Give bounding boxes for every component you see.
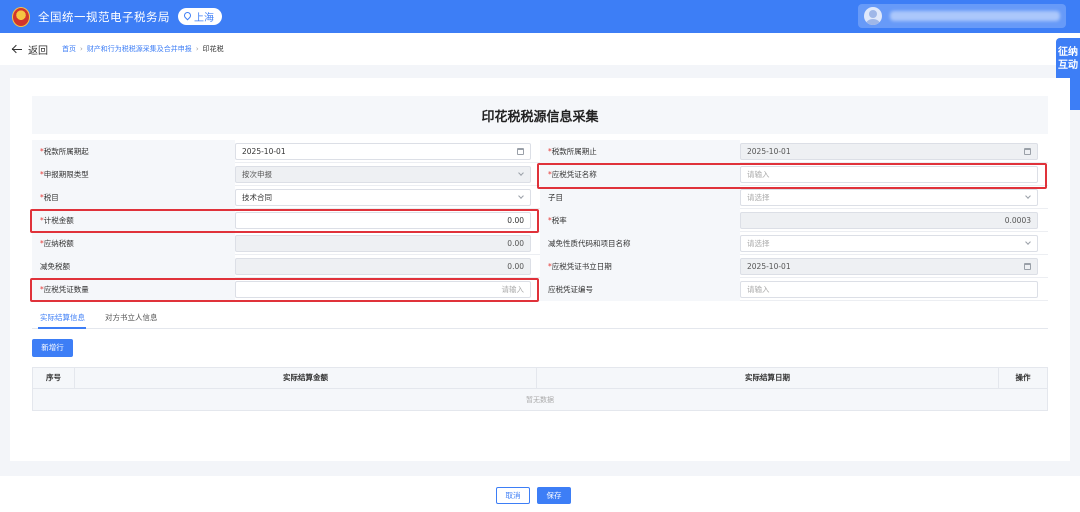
table-header: 序号 实际结算金额 实际结算日期 操作 [32, 367, 1048, 389]
tax-period-end-input: 2025-10-01 [740, 143, 1038, 160]
add-row-button[interactable]: 新增行 [32, 339, 73, 357]
form-row: 减免税额 0.00 *应税凭证书立日期 2025-10-01 [32, 255, 1048, 278]
form-row: *计税金额 0.00 *税率 0.0003 [32, 209, 1048, 232]
region-selector[interactable]: 上海 [178, 8, 222, 25]
save-button[interactable]: 保存 [537, 487, 571, 504]
app-title: 全国统一规范电子税务局 [38, 9, 170, 24]
breadcrumb-property-tax[interactable]: 财产和行为税税源采集及合并申报 [87, 44, 192, 54]
settlement-table: 序号 实际结算金额 实际结算日期 操作 暂无数据 [32, 367, 1048, 411]
user-menu[interactable] [858, 4, 1066, 28]
tab-actual-settlement[interactable]: 实际结算信息 [40, 312, 85, 323]
calendar-icon [517, 148, 524, 155]
detail-tabs: 实际结算信息 对方书立人信息 [32, 309, 1048, 329]
tax-period-start-input[interactable]: 2025-10-01 [235, 143, 531, 160]
chevron-down-icon [1025, 193, 1031, 199]
form-row: *应纳税额 0.00 减免性质代码和项目名称 请选择 [32, 232, 1048, 255]
page-title: 印花税税源信息采集 [32, 96, 1048, 134]
column-header-index: 序号 [33, 368, 75, 388]
tax-period-start-label: *税款所属期起 [32, 140, 235, 163]
tax-period-end-label: *税款所属期止 [540, 140, 740, 163]
tax-payable-label: *应纳税额 [32, 232, 235, 255]
chevron-down-icon [518, 193, 524, 199]
tax-item-select[interactable]: 技术合同 [235, 189, 531, 206]
document-date-label: *应税凭证书立日期 [540, 255, 740, 278]
avatar [864, 7, 882, 25]
filing-period-type-label: *申报期限类型 [32, 163, 235, 186]
tax-rate-label: *税率 [540, 209, 740, 232]
back-arrow-icon[interactable] [12, 45, 22, 53]
table-empty-state: 暂无数据 [32, 389, 1048, 411]
tax-payable-input: 0.00 [235, 235, 531, 252]
footer-actions: 取消 保存 [0, 476, 1080, 512]
region-label: 上海 [194, 13, 214, 24]
column-header-date: 实际结算日期 [537, 368, 999, 388]
calendar-icon [1024, 263, 1031, 270]
location-pin-icon [184, 12, 191, 21]
tax-emblem-icon [12, 6, 30, 27]
exemption-code-select[interactable]: 请选择 [740, 235, 1038, 252]
calendar-icon [1024, 148, 1031, 155]
column-header-actions: 操作 [1015, 373, 1031, 382]
tax-reduction-input: 0.00 [235, 258, 531, 275]
document-quantity-label: *应税凭证数量 [32, 278, 235, 301]
back-button[interactable]: 返回 [28, 42, 48, 57]
document-quantity-input[interactable]: 请输入 [235, 281, 531, 298]
breadcrumb-separator: › [80, 45, 83, 53]
taxable-document-name-label: *应税凭证名称 [540, 163, 740, 186]
breadcrumb-separator: › [195, 45, 199, 53]
chevron-down-icon [518, 170, 524, 176]
form-row: *应税凭证数量 请输入 应税凭证编号 请输入 [32, 278, 1048, 301]
sub-item-label: 子目 [540, 186, 740, 209]
cancel-button[interactable]: 取消 [496, 487, 530, 504]
breadcrumb-current: 印花税 [202, 45, 224, 53]
taxable-amount-label: *计税金额 [32, 209, 235, 232]
tax-rate-input: 0.0003 [740, 212, 1038, 229]
tab-counterparty[interactable]: 对方书立人信息 [105, 312, 158, 323]
exemption-code-label: 减免性质代码和项目名称 [540, 232, 740, 255]
sub-item-select[interactable]: 请选择 [740, 189, 1038, 206]
column-header-amount: 实际结算金额 [75, 368, 537, 388]
tax-reduction-label: 减免税额 [32, 255, 235, 278]
form-row: *税款所属期起 2025-10-01 *税款所属期止 2025-10-01 [32, 140, 1048, 163]
form-row: *税目 技术合同 子目 请选择 [32, 186, 1048, 209]
taxable-amount-input[interactable]: 0.00 [235, 212, 531, 229]
document-number-input[interactable]: 请输入 [740, 281, 1038, 298]
breadcrumb-bar: 返回 首页 › 财产和行为税税源采集及合并申报 › 印花税 [0, 33, 1080, 65]
chevron-down-icon [1025, 239, 1031, 245]
document-date-input: 2025-10-01 [740, 258, 1038, 275]
form-card: 印花税税源信息采集 *税款所属期起 2025-10-01 *税款所属期止 202… [10, 78, 1070, 461]
breadcrumb-home[interactable]: 首页 [62, 44, 76, 54]
active-tab-indicator [38, 327, 86, 329]
breadcrumb: 首页 › 财产和行为税税源采集及合并申报 › 印花税 [62, 44, 224, 54]
tax-item-label: *税目 [32, 186, 235, 209]
top-header: 全国统一规范电子税务局 上海 [0, 0, 1080, 33]
document-number-label: 应税凭证编号 [540, 278, 740, 301]
user-name-redacted [890, 11, 1060, 21]
taxable-document-name-input[interactable]: 请输入 [740, 166, 1038, 183]
filing-period-type-select: 按次申报 [235, 166, 531, 183]
form-row: *申报期限类型 按次申报 *应税凭证名称 请输入 [32, 163, 1048, 186]
